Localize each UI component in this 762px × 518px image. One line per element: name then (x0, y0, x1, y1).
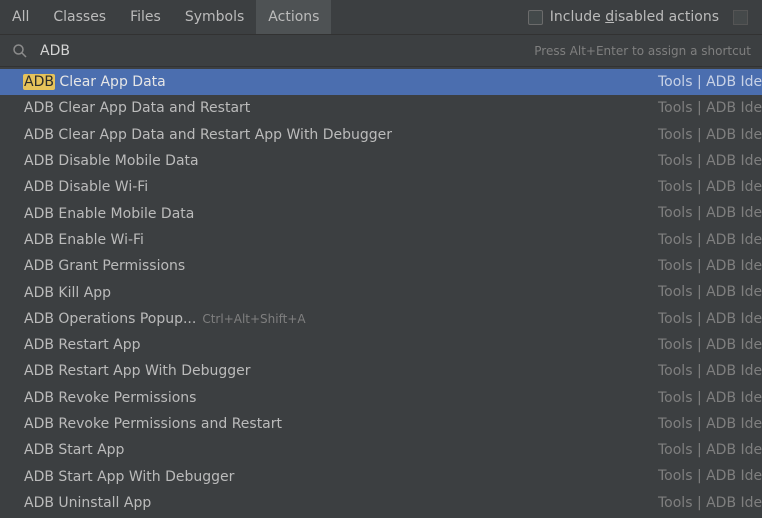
action-label: ADB Uninstall App (24, 494, 152, 511)
action-group: Tools | ADB Idea (658, 389, 762, 406)
action-label: ADB Restart App (24, 337, 141, 354)
action-group: Tools | ADB Idea (658, 152, 762, 169)
tab-actions[interactable]: Actions (256, 0, 332, 34)
result-row[interactable]: ADB Start App With Debugger Tools | ADB I… (0, 463, 762, 489)
result-row[interactable]: ADB Uninstall App Tools | ADB Idea (0, 490, 762, 516)
action-name: ADB Restart App With Debugger (0, 363, 251, 379)
action-label: ADB Grant Permissions (24, 258, 186, 275)
action-group: Tools | ADB Idea (658, 74, 762, 90)
action-name: ADB Disable Mobile Data (0, 153, 199, 169)
result-row[interactable]: ADB Restart App With Debugger Tools | ADB… (0, 358, 762, 384)
action-label: ADB Clear App Data and Restart App With … (24, 126, 393, 143)
include-disabled-suffix: isabled actions (614, 9, 719, 25)
result-row[interactable]: ADB Revoke Permissions and Restart Tools … (0, 411, 762, 437)
action-label: ADB Start App With Debugger (24, 468, 235, 485)
result-row[interactable]: ADB Grant Permissions Tools | ADB Idea (0, 253, 762, 279)
tab-all[interactable]: All (0, 0, 41, 34)
action-name: ADB Enable Wi-Fi (0, 232, 144, 248)
search-icon (13, 43, 27, 58)
action-label: Clear App Data (54, 74, 166, 91)
action-name: ADB Uninstall App (0, 495, 151, 511)
tab-symbols[interactable]: Symbols (173, 0, 256, 34)
include-disabled-label: Include disabled actions (550, 9, 719, 25)
tab-files[interactable]: Files (118, 0, 173, 34)
action-name: ADB Grant Permissions (0, 258, 185, 274)
action-group: Tools | ADB Idea (658, 284, 762, 301)
action-name: ADB Clear App Data and Restart (0, 100, 250, 116)
action-group: Tools | ADB Idea (658, 100, 762, 117)
result-row[interactable]: ADB Clear App Data and Restart App With … (0, 122, 762, 148)
action-group: Tools | ADB Idea (658, 258, 762, 275)
action-group: Tools | ADB Idea (658, 126, 762, 143)
action-name: ADB Disable Wi-Fi (0, 179, 148, 195)
action-name: ADB Operations Popup... Ctrl+Alt+Shift+A (0, 311, 306, 327)
result-row[interactable]: ADB Clear App Data Tools | ADB Idea (0, 69, 762, 96)
action-label: ADB Kill App (24, 284, 112, 301)
action-name: ADB Clear App Data (0, 74, 166, 91)
tab-classes[interactable]: Classes (41, 0, 118, 34)
action-group: Tools | ADB Idea (658, 494, 762, 511)
search-input[interactable] (40, 42, 535, 59)
pin-icon[interactable] (733, 9, 748, 25)
tabs-spacer (331, 0, 527, 34)
include-disabled-checkbox[interactable] (527, 9, 543, 25)
action-label: ADB Disable Wi-Fi (24, 179, 149, 196)
result-row[interactable]: ADB Enable Wi-Fi Tools | ADB Idea (0, 227, 762, 253)
action-group: Tools | ADB Idea (658, 336, 762, 353)
search-everywhere-tabs: All Classes Files Symbols Actions Includ… (0, 0, 762, 35)
result-row[interactable]: ADB Clear App Data and Restart Tools | AD… (0, 95, 762, 121)
action-group: Tools | ADB Idea (658, 231, 762, 248)
action-name: ADB Start App With Debugger (0, 469, 234, 485)
action-name: ADB Restart App (0, 337, 141, 353)
action-label: ADB Clear App Data and Restart (24, 100, 251, 117)
action-label: ADB Enable Wi-Fi (24, 231, 144, 248)
match-highlight: ADB (23, 74, 55, 91)
action-group: Tools | ADB Idea (658, 415, 762, 432)
result-row[interactable]: ADB Kill App Tools | ADB Idea (0, 279, 762, 305)
result-row[interactable]: ADB Start App Tools | ADB Idea (0, 437, 762, 463)
action-name: ADB Start App (0, 442, 124, 458)
search-bar: Press Alt+Enter to assign a shortcut (0, 35, 762, 67)
action-label: ADB Disable Mobile Data (24, 153, 199, 170)
action-group: Tools | ADB Idea (658, 205, 762, 222)
action-label: ADB Operations Popup... (24, 310, 197, 327)
action-group: Tools | ADB Idea (658, 310, 762, 327)
result-row[interactable]: ADB Disable Wi-Fi Tools | ADB Idea (0, 174, 762, 200)
action-shortcut: Ctrl+Alt+Shift+A (202, 311, 306, 326)
result-row[interactable]: ADB Operations Popup... Ctrl+Alt+Shift+A T… (0, 306, 762, 332)
results-list: ADB Clear App Data Tools | ADB Idea ADB Cl… (0, 69, 762, 516)
result-row[interactable]: ADB Revoke Permissions Tools | ADB Idea (0, 385, 762, 411)
include-disabled-prefix: Include (549, 9, 606, 25)
action-group: Tools | ADB Idea (658, 442, 762, 459)
action-group: Tools | ADB Idea (658, 468, 762, 485)
action-name: ADB Kill App (0, 285, 111, 301)
result-row[interactable]: ADB Enable Mobile Data Tools | ADB Idea (0, 200, 762, 226)
result-row[interactable]: ADB Disable Mobile Data Tools | ADB Idea (0, 148, 762, 174)
action-group: Tools | ADB Idea (658, 179, 762, 196)
include-disabled-option[interactable]: Include disabled actions (527, 0, 719, 34)
action-name: ADB Clear App Data and Restart App With … (0, 127, 392, 143)
action-group: Tools | ADB Idea (658, 363, 762, 380)
result-row[interactable]: ADB Restart App Tools | ADB Idea (0, 332, 762, 358)
assign-shortcut-hint: Press Alt+Enter to assign a shortcut (534, 43, 751, 58)
action-label: ADB Revoke Permissions (24, 389, 197, 406)
action-name: ADB Enable Mobile Data (0, 206, 194, 222)
action-label: ADB Enable Mobile Data (24, 205, 195, 222)
action-name: ADB Revoke Permissions and Restart (0, 416, 282, 432)
action-label: ADB Revoke Permissions and Restart (24, 416, 283, 432)
include-disabled-mnemonic: d (605, 9, 615, 25)
action-label: ADB Restart App With Debugger (24, 363, 251, 380)
action-label: ADB Start App (24, 442, 125, 459)
action-name: ADB Revoke Permissions (0, 390, 196, 406)
